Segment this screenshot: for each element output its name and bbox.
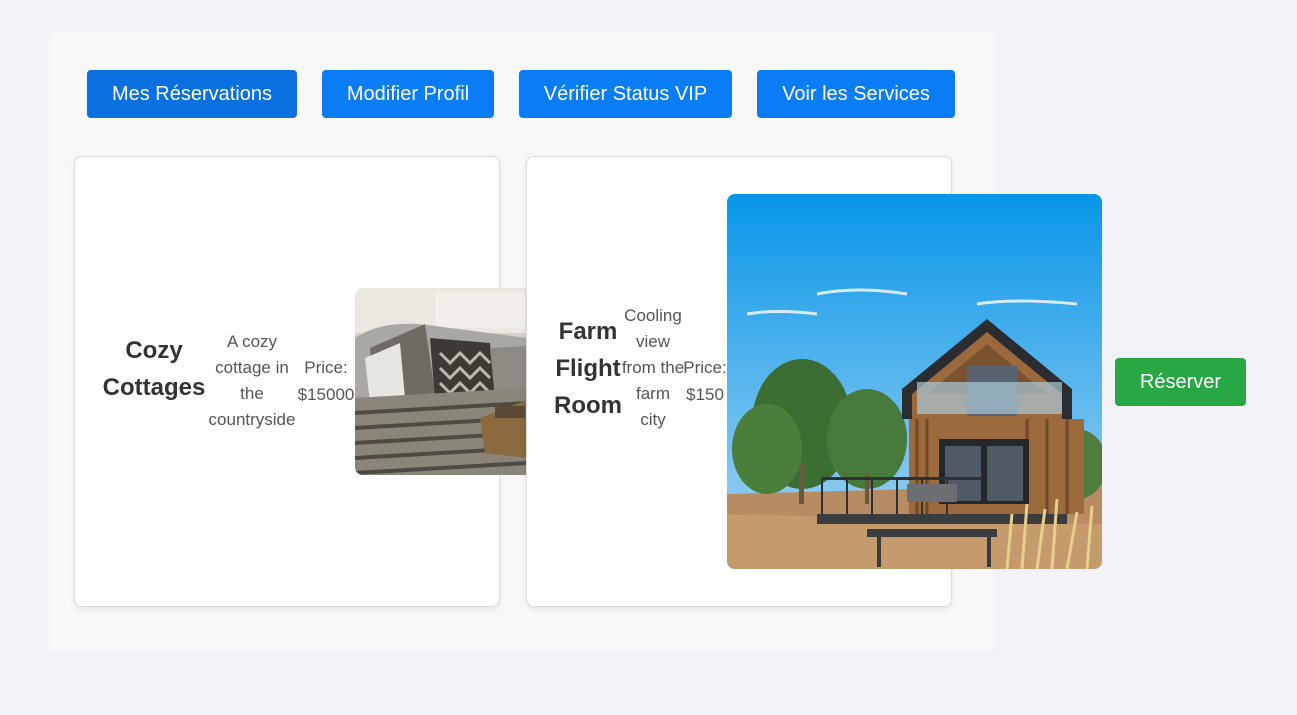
my-reservations-button[interactable]: Mes Réservations (87, 70, 297, 118)
listing-description: A cozy cottage in the countryside (208, 332, 296, 429)
listing-title: Cozy Cottages (102, 337, 206, 401)
listing-price: Price: $150 (683, 358, 727, 404)
check-vip-status-button[interactable]: Vérifier Status VIP (519, 70, 732, 118)
listing-description: Cooling view from the farm city (621, 306, 685, 429)
reserve-button[interactable]: Réserver (1115, 358, 1246, 406)
edit-profile-button[interactable]: Modifier Profil (322, 70, 494, 118)
view-services-button[interactable]: Voir les Services (757, 70, 955, 118)
listing-title: Farm Flight Room (554, 318, 622, 419)
cabin-photo (727, 194, 1102, 569)
bedroom-photo (355, 288, 527, 475)
listing-price: Price: $15000 (297, 358, 355, 404)
